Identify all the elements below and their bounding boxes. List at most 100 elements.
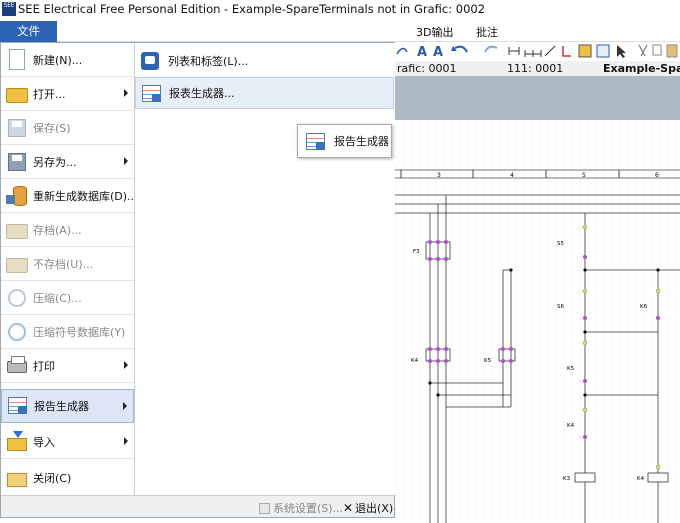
curve-tool-icon[interactable] — [396, 47, 408, 55]
tooltip-label: 报告生成器 — [334, 135, 389, 148]
menu-item-label: 新建(N)... — [33, 53, 83, 67]
report-generator-tooltip[interactable]: 报告生成器 — [297, 124, 392, 158]
exit-button[interactable]: ✕ 退出(X) — [343, 500, 393, 516]
save-as-icon — [5, 150, 29, 174]
submenu-arrow-icon — [123, 402, 127, 410]
dimension-chain-icon[interactable] — [524, 50, 542, 57]
new-document-icon — [5, 48, 29, 72]
tab-3d-output[interactable]: 3D输出 — [416, 24, 453, 40]
copy-icon[interactable] — [652, 44, 662, 56]
text-style-icon[interactable]: A — [433, 45, 443, 60]
toolbar-icons: A A — [396, 44, 678, 60]
report-generator-submenu: 列表和标签(L)... 报表生成器... — [135, 43, 395, 495]
report-builder-icon — [140, 82, 162, 104]
menu-item-import[interactable]: 导入 — [1, 425, 134, 459]
rebuild-database-icon — [5, 184, 29, 208]
menu-item-save[interactable]: 保存(S) — [1, 111, 134, 145]
menu-item-compress-symbol-db[interactable]: 压缩符号数据库(Y) — [1, 315, 134, 349]
column-number: 3 — [437, 172, 441, 179]
compress-icon — [5, 286, 29, 310]
menu-item-rebuild-database[interactable]: 重新生成数据库(D)... — [1, 179, 138, 213]
menu-item-label: 压缩符号数据库(Y) — [33, 325, 126, 339]
menu-item-label: 关闭(C) — [33, 472, 72, 485]
schematic-drawing: 3 4 5 6 F3 S5 S6 K6 K4 K5 K5 K4 K3 K4 — [395, 120, 680, 523]
pointer-icon[interactable] — [617, 45, 626, 58]
system-settings-button[interactable]: 系统设置(S)... — [259, 500, 343, 516]
menu-item-new[interactable]: 新建(N)... — [1, 43, 134, 77]
report-generator-icon — [6, 394, 30, 418]
drawing-canvas[interactable]: 3 4 5 6 F3 S5 S6 K6 K4 K5 K5 K4 K3 K4 — [395, 77, 680, 523]
printer-icon — [5, 354, 29, 378]
app-logo-text: SEE — [3, 2, 15, 9]
component-label: K4 — [567, 423, 575, 429]
menu-item-label: 导入 — [33, 435, 55, 449]
exit-label: 退出(X) — [355, 502, 394, 515]
text-tool-icon[interactable]: A — [417, 45, 427, 60]
file-menu-footer: 系统设置(S)... ✕ 退出(X) — [1, 495, 394, 517]
menu-item-label: 重新生成数据库(D)... — [33, 189, 138, 203]
submenu-item-list-labels[interactable]: 列表和标签(L)... — [135, 45, 394, 77]
quick-toolbar: A A — [395, 42, 680, 61]
tab-file[interactable]: 文件 — [0, 21, 57, 42]
submenu-item-report-builder[interactable]: 报表生成器... — [135, 77, 394, 109]
column-number: 5 — [582, 172, 586, 179]
dimension-icon[interactable] — [508, 47, 520, 55]
app-logo-icon: SEE — [2, 2, 16, 16]
submenu-arrow-icon — [124, 157, 128, 165]
menu-item-save-as[interactable]: 另存为... — [1, 145, 134, 179]
page-tab-2[interactable]: 111: 0001 — [507, 62, 563, 75]
submenu-arrow-icon — [124, 361, 128, 369]
file-menu-items: 新建(N)... 打开... 保存(S) 另存为... 重新生成数据库(D)..… — [1, 43, 138, 495]
menu-item-close[interactable]: 关闭(C) — [1, 461, 134, 495]
menu-item-label: 存档(A)... — [33, 223, 82, 237]
title-bar: SEE SEE Electrical Free Personal Edition… — [0, 0, 680, 18]
component-label: F3 — [413, 249, 420, 255]
save-icon — [5, 116, 29, 140]
cut-icon[interactable] — [638, 44, 648, 57]
redo-icon[interactable] — [484, 45, 498, 53]
menu-item-open[interactable]: 打开... — [1, 77, 134, 111]
submenu-arrow-icon — [124, 437, 128, 445]
component-label: K3 — [563, 476, 571, 482]
connect-icon[interactable] — [562, 46, 571, 57]
close-icon: ✕ — [343, 501, 354, 515]
ribbon-tabs: 文件 3D输出 批注 — [0, 18, 680, 42]
component-label: S5 — [557, 241, 564, 247]
menu-item-label: 打开... — [33, 87, 66, 101]
column-number: 4 — [510, 172, 514, 179]
undo-icon[interactable] — [451, 45, 468, 53]
menu-item-archive[interactable]: 存档(A)... — [1, 213, 134, 247]
menu-item-label: 保存(S) — [33, 121, 71, 135]
menu-item-report-generator[interactable]: 报告生成器 — [1, 389, 134, 423]
component-label: K5 — [567, 366, 575, 372]
open-folder-icon — [5, 82, 29, 106]
settings-icon — [259, 502, 270, 514]
report-generator-icon — [304, 130, 326, 152]
menu-item-print[interactable]: 打印 — [1, 349, 134, 383]
svg-text:A: A — [433, 45, 443, 60]
close-folder-icon — [5, 466, 29, 490]
column-number: 6 — [655, 172, 659, 179]
component-label: K5 — [484, 358, 492, 364]
menu-item-compress[interactable]: 压缩(C)... — [1, 281, 134, 315]
page-tab-1[interactable]: rafic: 0001 — [397, 62, 456, 75]
component-label: K4 — [637, 476, 645, 482]
menu-item-unarchive[interactable]: 不存档(U)... — [1, 247, 134, 281]
submenu-item-label: 报表生成器... — [169, 87, 235, 100]
menu-item-label: 报告生成器 — [34, 400, 89, 413]
import-icon — [5, 430, 29, 454]
svg-text:A: A — [417, 45, 427, 60]
compress-symbol-db-icon — [5, 320, 29, 344]
select-region-icon[interactable] — [596, 44, 610, 58]
component-label: K6 — [640, 304, 648, 310]
tab-annotations[interactable]: 批注 — [476, 24, 498, 40]
page-tab-3[interactable]: Example-Spare — [603, 62, 680, 75]
component-label: S6 — [557, 304, 564, 310]
menu-item-label: 压缩(C)... — [33, 291, 82, 305]
submenu-arrow-icon — [124, 89, 128, 97]
group-icon[interactable] — [578, 44, 592, 58]
line-icon[interactable] — [544, 45, 556, 57]
menu-item-label: 另存为... — [33, 155, 77, 169]
list-labels-icon — [139, 50, 161, 72]
paste-icon[interactable] — [666, 44, 678, 58]
